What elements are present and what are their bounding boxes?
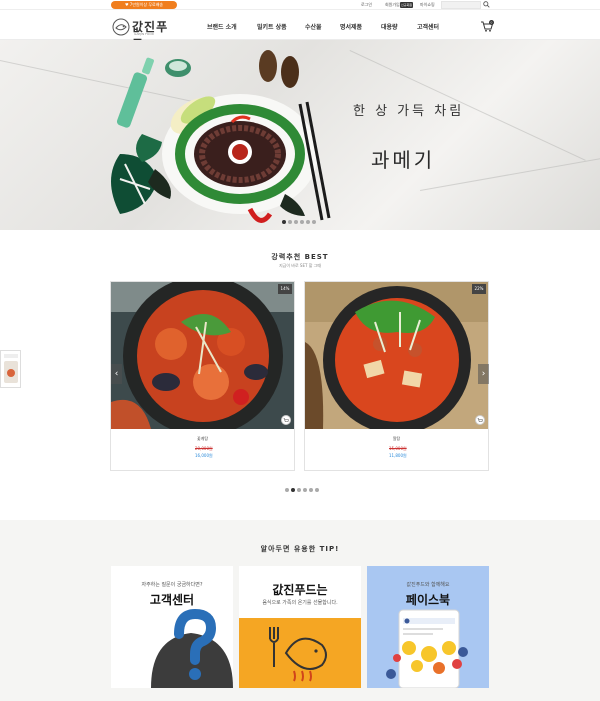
- facebook-phone-icon: [386, 609, 468, 688]
- nav-seafood[interactable]: 수산물: [305, 22, 322, 31]
- best-page-dot[interactable]: [315, 488, 319, 492]
- top-utility-bar: ♥ 7만원이상 무료배송 로그인 회원가입 신규회원 마이쇼핑: [0, 0, 600, 10]
- hero-product-name: 과메기: [371, 148, 436, 172]
- add-to-cart-icon[interactable]: [281, 415, 291, 425]
- free-shipping-badge[interactable]: ♥ 7만원이상 무료배송: [111, 1, 177, 9]
- nav-mealkit[interactable]: 밀키트 상품: [257, 22, 287, 31]
- nav-specialty[interactable]: 명서제품: [340, 22, 362, 31]
- product-name[interactable]: 꽃게탕: [111, 436, 294, 442]
- hero-slide-dot[interactable]: [300, 220, 304, 224]
- best-section-title: 강력추천 BEST: [271, 253, 329, 261]
- tip-card-brand-intro[interactable]: 값진푸드는 음식으로 가족의 온기를 선물합니다.: [239, 566, 361, 688]
- recent-viewed-thumbnail[interactable]: [0, 350, 21, 388]
- product-card[interactable]: 22% 알탕 15,000원 11,800원: [304, 281, 489, 471]
- original-price: 15,000원: [389, 446, 407, 451]
- fish-logo-icon: [112, 18, 130, 36]
- hero-slide-dot[interactable]: [288, 220, 292, 224]
- search-icon[interactable]: [483, 1, 490, 8]
- tip-caption: 음식으로 가족의 온기를 선물합니다.: [262, 600, 338, 606]
- tip-heading: 페이스북: [405, 593, 451, 607]
- fish-spoon-icon: [269, 627, 327, 682]
- tip-card-customer-center[interactable]: 자주하는 질문이 궁금하다면? 고객센터: [111, 566, 233, 688]
- tip-caption: 자주하는 질문이 궁금하다면?: [141, 582, 203, 588]
- sale-price: 11,800원: [389, 453, 407, 458]
- gwamegi-platter-image: [111, 50, 331, 223]
- tip-heading: 값진푸드는: [272, 583, 328, 597]
- best-page-dot[interactable]: [309, 488, 313, 492]
- best-section-subtitle: 지금이 바로 SET 할 그때: [278, 263, 322, 268]
- hero-slide-dot[interactable]: [312, 220, 316, 224]
- product-name[interactable]: 알탕: [305, 436, 488, 442]
- best-page-dot[interactable]: [303, 488, 307, 492]
- best-page-dot[interactable]: [291, 488, 295, 492]
- cart-icon[interactable]: 0: [480, 20, 494, 32]
- hero-banner[interactable]: 한 상 가득 차림 과메기: [0, 40, 600, 230]
- hero-slider-dots: [282, 220, 316, 224]
- discount-tag: 14%: [278, 284, 292, 294]
- hero-slide-dot[interactable]: [282, 220, 286, 224]
- new-member-badge[interactable]: 신규회원: [400, 2, 413, 8]
- carousel-prev-arrow[interactable]: ‹: [111, 364, 122, 384]
- best-page-dot[interactable]: [297, 488, 301, 492]
- marble-vein: [420, 155, 600, 191]
- nav-bulk[interactable]: 대용량: [381, 22, 398, 31]
- hero-slide-dot[interactable]: [306, 220, 310, 224]
- carousel-next-arrow[interactable]: ›: [478, 364, 489, 384]
- nav-customer-center[interactable]: 고객센터: [417, 22, 439, 31]
- main-header: 값진푸드 GAPJIN FOOD 브랜드 소개 밀키트 상품 수산물 명서제품 …: [0, 11, 600, 51]
- discount-tag: 22%: [472, 284, 486, 294]
- tip-heading: 고객센터: [149, 593, 195, 607]
- product-image[interactable]: 14%: [111, 282, 294, 429]
- best-page-dot[interactable]: [285, 488, 289, 492]
- cart-count: 0: [491, 21, 493, 25]
- join-link[interactable]: 회원가입: [385, 2, 400, 8]
- product-image[interactable]: 22%: [305, 282, 488, 429]
- search-input[interactable]: [441, 1, 481, 9]
- tip-caption: 값진푸드와 함께해요: [406, 582, 450, 588]
- hero-slide-dot[interactable]: [294, 220, 298, 224]
- best-carousel-dots: [285, 488, 319, 492]
- product-card[interactable]: 14% 꽃게탕 20,000원 16,000원: [110, 281, 295, 471]
- login-link[interactable]: 로그인: [361, 2, 372, 8]
- tips-section-title: 알아두면 유용한 TIP!: [260, 545, 340, 553]
- sale-price: 16,000원: [195, 453, 213, 458]
- add-to-cart-icon[interactable]: [475, 415, 485, 425]
- logo-subtext: GAPJIN FOOD: [134, 32, 154, 36]
- original-price: 20,000원: [195, 446, 213, 451]
- brand-logo[interactable]: 값진푸드 GAPJIN FOOD: [111, 17, 175, 51]
- hero-title: 한 상 가득 차림: [353, 104, 465, 119]
- mypage-link[interactable]: 마이쇼핑: [420, 2, 435, 8]
- nav-brand[interactable]: 브랜드 소개: [207, 22, 237, 31]
- tip-card-facebook[interactable]: 값진푸드와 함께해요 페이스북: [367, 566, 489, 688]
- question-mark-icon: [151, 608, 233, 688]
